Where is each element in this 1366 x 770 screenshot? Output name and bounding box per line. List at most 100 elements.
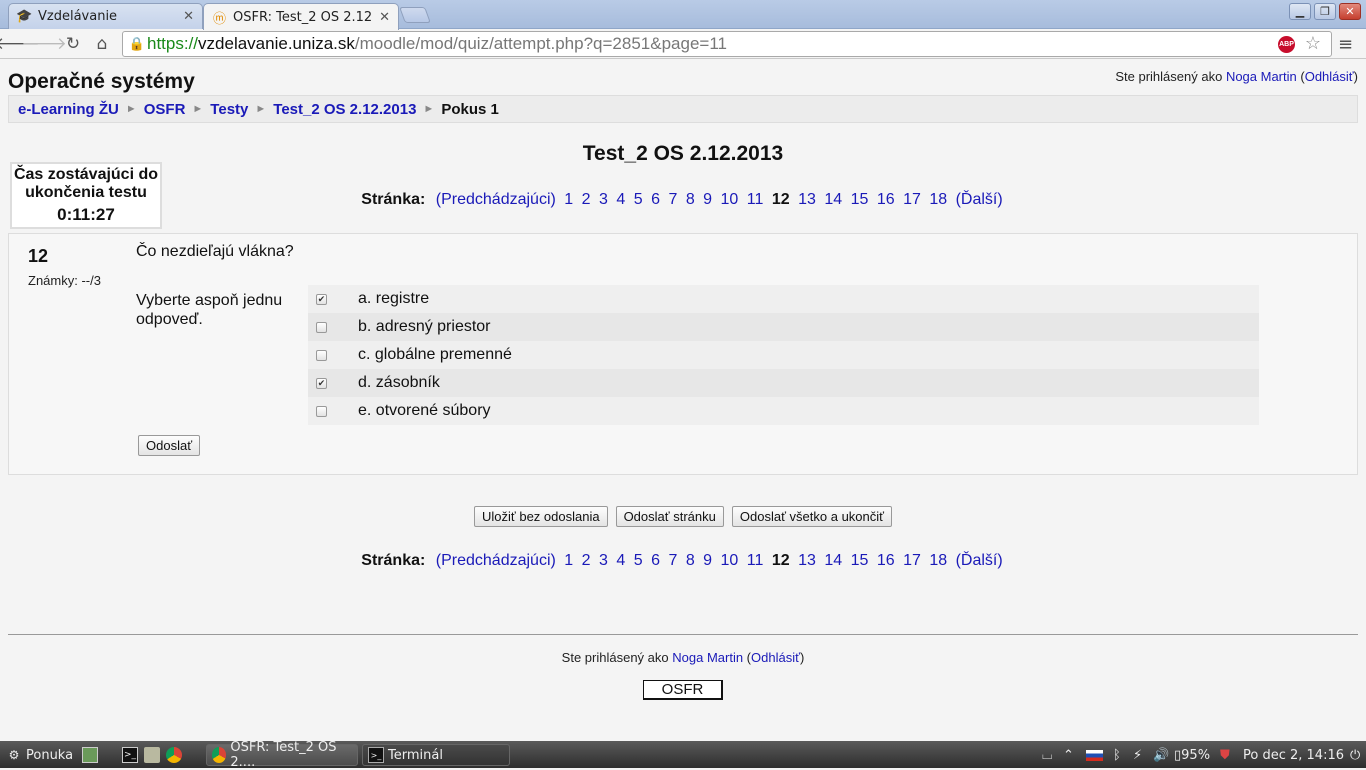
browser-tab-vzdelavanie[interactable]: 🎓 Vzdelávanie ✕ [8, 3, 203, 29]
pager-page-link[interactable]: 6 [651, 552, 660, 569]
pager-page-link[interactable]: 14 [824, 191, 842, 208]
minimize-button[interactable]: ▁ [1289, 3, 1311, 20]
browser-menu-icon[interactable]: ≡ [1338, 34, 1353, 55]
pager-page-link[interactable]: 2 [582, 552, 591, 569]
breadcrumb-testy[interactable]: Testy [210, 101, 248, 118]
maximize-button[interactable]: ❐ [1314, 3, 1336, 20]
answer-option[interactable]: ✔ a. registre [308, 285, 1259, 313]
home-icon[interactable]: ⌂ [91, 33, 113, 55]
pager-prev[interactable]: (Predchádzajúci) [436, 191, 556, 208]
pager-page-link[interactable]: 8 [686, 191, 695, 208]
tray-expand-icon[interactable]: ⌃ [1063, 745, 1074, 765]
pager-next[interactable]: (Ďalší) [956, 552, 1003, 569]
pager-prev[interactable]: (Predchádzajúci) [436, 552, 556, 569]
pager-page-link[interactable]: 11 [747, 191, 764, 208]
pager-page-link[interactable]: 11 [747, 552, 764, 569]
pager-page-link[interactable]: 3 [599, 552, 608, 569]
question-submit-button[interactable]: Odoslať [138, 435, 201, 456]
pager-page-link[interactable]: 17 [903, 191, 921, 208]
pager-page-link[interactable]: 16 [877, 552, 895, 569]
footer-login-info: Ste prihlásený ako Noga Martin (Odhlásiť… [561, 650, 805, 665]
pager-page-link[interactable]: 13 [798, 552, 816, 569]
pager-page-link[interactable]: 15 [851, 191, 869, 208]
close-icon[interactable]: ✕ [379, 10, 390, 25]
pager-page-link[interactable]: 6 [651, 191, 660, 208]
reload-icon[interactable]: ↻ [62, 33, 84, 55]
network-icon[interactable]: ⚡ [1133, 745, 1142, 765]
pager-page-link[interactable]: 9 [703, 191, 712, 208]
keyboard-layout-flag-icon[interactable] [1086, 745, 1103, 765]
taskbar-window-terminal[interactable]: >_ Terminál [362, 744, 510, 766]
pager-page-link[interactable]: 4 [616, 191, 625, 208]
answer-option[interactable]: b. adresný priestor [308, 313, 1259, 341]
answer-label: a. registre [358, 290, 430, 307]
answer-checkbox[interactable]: ✔ [316, 377, 327, 389]
submit-page-button[interactable]: Odoslať stránku [615, 506, 724, 527]
show-desktop-icon[interactable] [82, 744, 102, 766]
pager-page-link[interactable]: 10 [721, 191, 739, 208]
window-close-button[interactable]: ✕ [1339, 3, 1361, 20]
battery-level: 95% [1181, 747, 1211, 763]
shield-icon[interactable]: ⛊ [1220, 745, 1230, 765]
answer-option[interactable]: c. globálne premenné [308, 341, 1259, 369]
battery-indicator[interactable]: ▯ 95% [1174, 745, 1210, 765]
bookmark-star-icon[interactable]: ☆ [1305, 33, 1321, 54]
files-launcher-icon[interactable] [144, 744, 164, 766]
logout-link[interactable]: Odhlásiť [751, 650, 800, 665]
new-tab-button[interactable] [399, 7, 431, 23]
taskbar-window-browser[interactable]: OSFR: Test_2 OS 2.... [206, 740, 358, 770]
keyboard-icon[interactable]: ⌴ [1042, 745, 1052, 765]
pager-page-link[interactable]: 7 [668, 552, 677, 569]
pager-pages: 1 2 3 4 5 6 7 8 9 10 11 12 13 14 15 16 1… [562, 552, 953, 569]
logout-link[interactable]: Odhlásiť [1305, 69, 1354, 84]
answer-checkbox[interactable]: ✔ [316, 293, 327, 305]
power-icon[interactable]: ⏻ [1350, 745, 1360, 765]
answer-option[interactable]: ✔ d. zásobník [308, 369, 1259, 397]
answer-checkbox[interactable] [316, 321, 327, 333]
breadcrumb-osfr[interactable]: OSFR [144, 101, 186, 118]
save-without-submit-button[interactable]: Uložiť bez odoslania [473, 506, 608, 527]
pager-page-link[interactable]: 15 [851, 552, 869, 569]
breadcrumb-test[interactable]: Test_2 OS 2.12.2013 [273, 101, 416, 118]
pager-page-link[interactable]: 10 [721, 552, 739, 569]
chrome-launcher-icon[interactable] [166, 744, 186, 766]
pager-page-link[interactable]: 7 [668, 191, 677, 208]
volume-icon[interactable]: 🔊 [1153, 745, 1169, 765]
submit-all-button[interactable]: Odoslať všetko a ukončiť [731, 506, 893, 527]
page-navigation-bottom: Stránka: (Predchádzajúci) 1 2 3 4 5 6 7 … [0, 552, 1366, 570]
answer-option[interactable]: e. otvorené súbory [308, 397, 1259, 425]
pager-page-link[interactable]: 8 [686, 552, 695, 569]
terminal-launcher-icon[interactable]: >_ [122, 744, 142, 766]
pager-page-link[interactable]: 17 [903, 552, 921, 569]
pager-page-link[interactable]: 9 [703, 552, 712, 569]
pager-page-link[interactable]: 1 [564, 191, 573, 208]
pager-next[interactable]: (Ďalší) [956, 191, 1003, 208]
pager-page-link[interactable]: 4 [616, 552, 625, 569]
pager-page-link[interactable]: 14 [824, 552, 842, 569]
browser-tab-osfr[interactable]: ⓜ OSFR: Test_2 OS 2.12.2 ✕ [203, 3, 399, 30]
pager-page-link[interactable]: 1 [564, 552, 573, 569]
pager-page-link[interactable]: 13 [798, 191, 816, 208]
pager-page-link[interactable]: 5 [634, 191, 643, 208]
user-link[interactable]: Noga Martin [672, 650, 743, 665]
breadcrumb-elearning[interactable]: e-Learning ŽU [18, 101, 119, 118]
clock[interactable]: Po dec 2, 14:16 [1243, 745, 1344, 765]
address-bar[interactable]: 🔒 https:// vzdelavanie.uniza.sk /moodle/… [122, 31, 1332, 57]
pager-page-link[interactable]: 2 [582, 191, 591, 208]
pager-page-link[interactable]: 3 [599, 191, 608, 208]
pager-page-link[interactable]: 18 [929, 191, 947, 208]
pager-page-link[interactable]: 16 [877, 191, 895, 208]
taskbar-window-title: Terminál [388, 747, 443, 763]
course-home-button[interactable]: OSFR [643, 680, 723, 700]
pager-page-link[interactable]: 18 [929, 552, 947, 569]
close-icon[interactable]: ✕ [183, 9, 194, 24]
start-menu-button[interactable]: ⚙ Ponuka [6, 744, 73, 766]
bluetooth-icon[interactable]: ᛒ [1113, 745, 1121, 765]
question-grade: Známky: --/3 [28, 273, 101, 288]
answer-checkbox[interactable] [316, 405, 327, 417]
adblock-icon[interactable]: ABP [1278, 36, 1295, 53]
user-link[interactable]: Noga Martin [1226, 69, 1297, 84]
pager-page-link[interactable]: 5 [634, 552, 643, 569]
forward-icon[interactable]: 🡒 [21, 33, 67, 55]
answer-checkbox[interactable] [316, 349, 327, 361]
